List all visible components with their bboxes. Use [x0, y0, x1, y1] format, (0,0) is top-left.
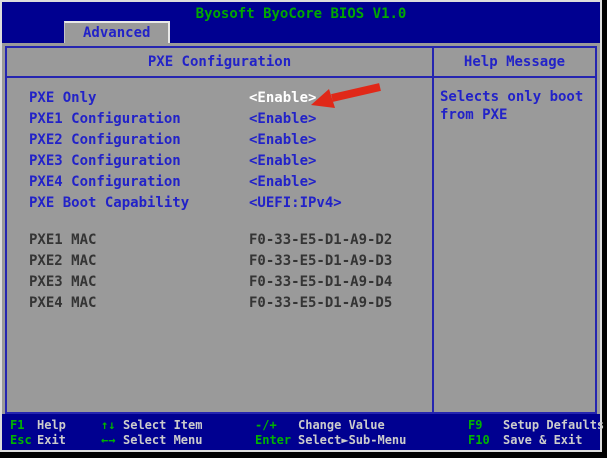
setting-value[interactable]: <Enable>	[249, 109, 316, 130]
pxe-configuration-panel: PXE Configuration Help Message PXE Only …	[5, 46, 597, 414]
hint-label-select-menu: Select Menu	[123, 433, 202, 447]
setting-label: PXE Only	[29, 88, 96, 109]
setting-value[interactable]: <Enable>	[249, 130, 316, 151]
list-spacer	[7, 214, 432, 230]
mac-address-value: F0-33-E5-D1-A9-D2	[249, 230, 392, 251]
tab-advanced[interactable]: Advanced	[64, 21, 170, 43]
mac-address-value: F0-33-E5-D1-A9-D4	[249, 272, 392, 293]
key-hint-bar: F1 Help ↑↓ Select Item -/+ Change Value …	[2, 414, 600, 450]
hint-key-arrows-updown: ↑↓	[101, 418, 115, 432]
setting-label: PXE4 Configuration	[29, 172, 181, 193]
hint-label-exit: Exit	[37, 433, 66, 447]
setting-label: PXE3 Configuration	[29, 151, 181, 172]
info-label: PXE4 MAC	[29, 293, 96, 314]
bios-frame: Byosoft ByoCore BIOS V1.0 Advanced PXE C…	[0, 0, 602, 452]
hint-label-setup-defaults: Setup Defaults	[503, 418, 604, 432]
setting-row-pxe4-configuration[interactable]: PXE4 Configuration <Enable>	[7, 172, 432, 193]
hint-label-change-value: Change Value	[298, 418, 385, 432]
workarea: PXE Configuration Help Message PXE Only …	[2, 43, 600, 450]
page-title: PXE Configuration	[7, 48, 434, 76]
hint-key-esc: Esc	[10, 433, 32, 447]
mac-address-value: F0-33-E5-D1-A9-D3	[249, 251, 392, 272]
info-row-pxe3-mac: PXE3 MAC F0-33-E5-D1-A9-D4	[7, 272, 432, 293]
hint-label-select-submenu: Select►Sub-Menu	[298, 433, 406, 447]
setting-row-pxe-boot-capability[interactable]: PXE Boot Capability <UEFI:IPv4>	[7, 193, 432, 214]
annotation-arrow-icon	[306, 82, 384, 112]
info-label: PXE1 MAC	[29, 230, 96, 251]
setting-row-pxe3-configuration[interactable]: PXE3 Configuration <Enable>	[7, 151, 432, 172]
hint-label-save-exit: Save & Exit	[503, 433, 582, 447]
help-message-text: Selects only boot from PXE	[440, 89, 583, 123]
hint-key-f9: F9	[468, 418, 482, 432]
setting-value[interactable]: <Enable>	[249, 172, 316, 193]
setting-value[interactable]: <UEFI:IPv4>	[249, 193, 342, 214]
hint-label-select-item: Select Item	[123, 418, 202, 432]
hint-key-f1: F1	[10, 418, 24, 432]
mac-address-value: F0-33-E5-D1-A9-D5	[249, 293, 392, 314]
info-row-pxe4-mac: PXE4 MAC F0-33-E5-D1-A9-D5	[7, 293, 432, 314]
settings-list: PXE Only <Enable> PXE1 Configuration <En…	[7, 78, 434, 412]
setting-label: PXE Boot Capability	[29, 193, 189, 214]
bios-setup-screen: Byosoft ByoCore BIOS V1.0 Advanced PXE C…	[0, 0, 607, 458]
hint-label-help: Help	[37, 418, 66, 432]
setting-row-pxe1-configuration[interactable]: PXE1 Configuration <Enable>	[7, 109, 432, 130]
panel-header: PXE Configuration Help Message	[7, 48, 595, 78]
setting-label: PXE2 Configuration	[29, 130, 181, 151]
info-row-pxe2-mac: PXE2 MAC F0-33-E5-D1-A9-D3	[7, 251, 432, 272]
hint-key-arrows-leftright: ←→	[101, 433, 115, 447]
bios-version-title: Byosoft ByoCore BIOS V1.0	[2, 2, 600, 22]
help-pane-title: Help Message	[434, 48, 595, 76]
info-label: PXE2 MAC	[29, 251, 96, 272]
tab-advanced-label: Advanced	[83, 25, 150, 41]
hint-key-minus-plus: -/+	[255, 418, 277, 432]
setting-label: PXE1 Configuration	[29, 109, 181, 130]
hint-key-f10: F10	[468, 433, 490, 447]
titlebar: Byosoft ByoCore BIOS V1.0 Advanced	[2, 2, 600, 43]
info-label: PXE3 MAC	[29, 272, 96, 293]
help-message-pane: Selects only boot from PXE	[434, 78, 595, 412]
panel-body: PXE Only <Enable> PXE1 Configuration <En…	[7, 78, 595, 412]
setting-value[interactable]: <Enable>	[249, 151, 316, 172]
hint-key-enter: Enter	[255, 433, 291, 447]
setting-row-pxe2-configuration[interactable]: PXE2 Configuration <Enable>	[7, 130, 432, 151]
info-row-pxe1-mac: PXE1 MAC F0-33-E5-D1-A9-D2	[7, 230, 432, 251]
